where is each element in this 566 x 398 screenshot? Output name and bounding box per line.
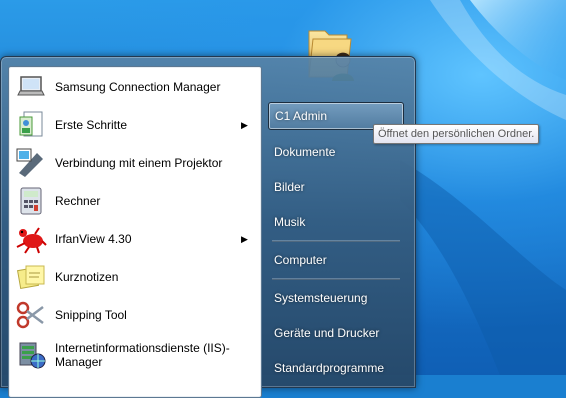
program-iis-manager[interactable]: Internetinformationsdienste (IIS)-Manage…: [11, 335, 259, 375]
place-systemsteuerung[interactable]: Systemsteuerung: [268, 284, 404, 312]
separator: [272, 240, 400, 242]
program-snipping-tool[interactable]: Snipping Tool: [11, 297, 259, 333]
place-musik[interactable]: Musik: [268, 208, 404, 236]
program-samsung-connection-manager[interactable]: Samsung Connection Manager: [11, 69, 259, 105]
program-irfanview[interactable]: IrfanView 4.30 ▶: [11, 221, 259, 257]
place-standardprogramme[interactable]: Standardprogramme: [268, 354, 404, 382]
places-pane: C1 Admin Dokumente Bilder Musik Computer…: [262, 57, 414, 387]
scissors-icon: [15, 299, 47, 331]
program-verbindung-projektor[interactable]: Verbindung mit einem Projektor: [11, 145, 259, 181]
calculator-icon: [15, 185, 47, 217]
program-kurznotizen[interactable]: Kurznotizen: [11, 259, 259, 295]
submenu-arrow-icon[interactable]: ▶: [241, 234, 251, 245]
irfanview-icon: [15, 223, 47, 255]
sticky-notes-icon: [15, 261, 47, 293]
program-erste-schritte[interactable]: Erste Schritte ▶: [11, 107, 259, 143]
getting-started-icon: [15, 109, 47, 141]
laptop-icon: [15, 71, 47, 103]
pinned-programs-pane: Samsung Connection Manager Erste Schritt…: [8, 66, 262, 398]
start-menu: Samsung Connection Manager Erste Schritt…: [0, 56, 416, 398]
program-rechner[interactable]: Rechner: [11, 183, 259, 219]
iis-manager-icon: [15, 339, 47, 371]
place-bilder[interactable]: Bilder: [268, 173, 404, 201]
separator: [272, 278, 400, 280]
place-computer[interactable]: Computer: [268, 246, 404, 274]
place-geraete-und-drucker[interactable]: Geräte und Drucker: [268, 319, 404, 347]
projector-icon: [15, 147, 47, 179]
tooltip: Öffnet den persönlichen Ordner.: [373, 124, 540, 144]
submenu-arrow-icon[interactable]: ▶: [241, 120, 251, 131]
